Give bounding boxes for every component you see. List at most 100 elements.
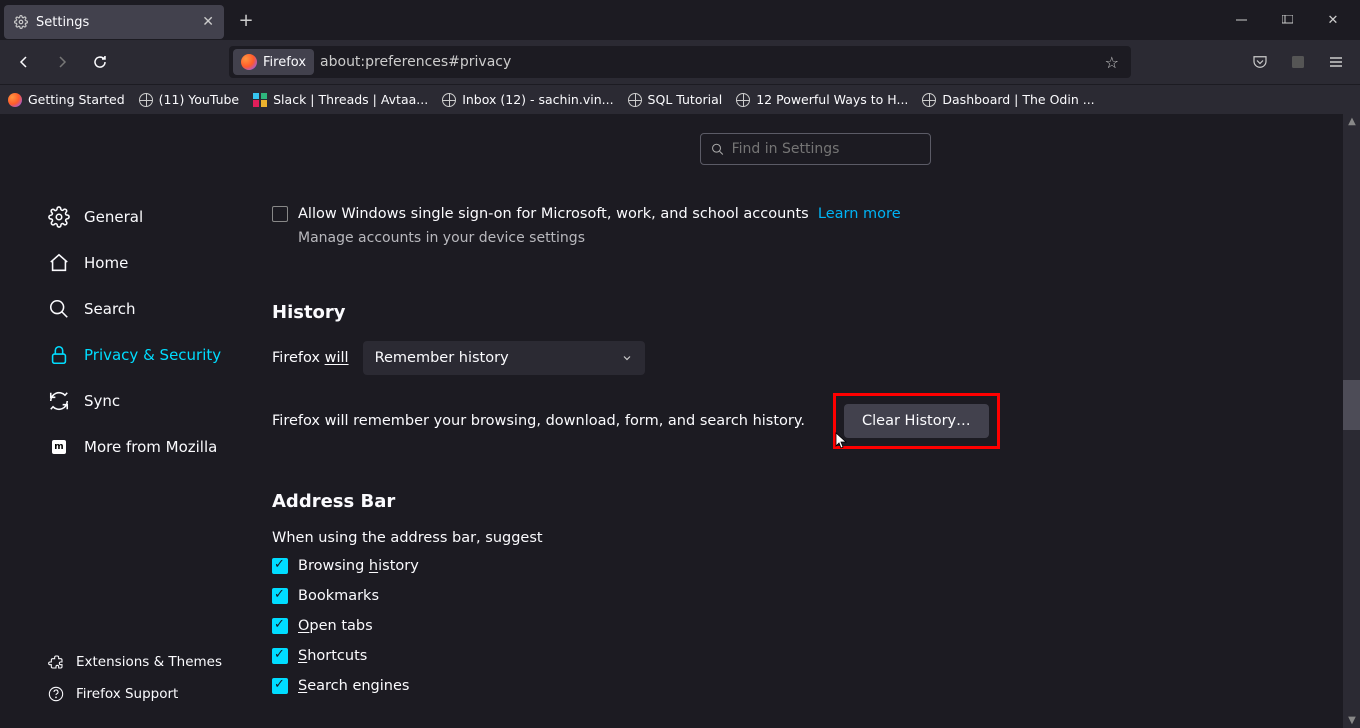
bookmark-item[interactable]: Slack | Threads | Avtaa... [253, 92, 428, 107]
puzzle-icon [48, 654, 64, 670]
checkbox[interactable] [272, 558, 288, 574]
globe-icon [442, 93, 456, 107]
lock-icon [48, 344, 70, 366]
bookmark-item[interactable]: Inbox (12) - sachin.vin... [442, 92, 613, 107]
highlight-box: Clear History… [833, 393, 1000, 449]
opt-bookmarks: Bookmarks [272, 588, 1360, 604]
history-mode-row: Firefox will Remember history [272, 341, 1360, 375]
bookmark-item[interactable]: SQL Tutorial [628, 92, 723, 107]
addressbar-subtitle: When using the address bar, suggest [272, 530, 1360, 546]
identity-box[interactable]: Firefox [233, 49, 314, 75]
bookmark-item[interactable]: Dashboard | The Odin ... [922, 92, 1094, 107]
url-bar[interactable]: Firefox about:preferences#privacy ☆ [229, 46, 1131, 78]
minimize-button[interactable] [1218, 4, 1264, 36]
tab-strip: Settings ✕ + ✕ [0, 0, 1360, 40]
search-icon [48, 298, 70, 320]
mozilla-icon: m [48, 436, 70, 458]
scroll-down-icon[interactable]: ▼ [1347, 715, 1357, 726]
clear-history-button[interactable]: Clear History… [844, 404, 989, 438]
home-icon [48, 252, 70, 274]
help-icon [48, 686, 64, 702]
back-button[interactable] [8, 46, 40, 78]
option-label: Browsing history [298, 558, 419, 574]
sidebar-label: More from Mozilla [84, 438, 217, 456]
sidebar-item-sync[interactable]: Sync [0, 378, 240, 424]
addressbar-options: Browsing history Bookmarks Open tabs Sho… [272, 558, 1360, 694]
bookmark-label: Dashboard | The Odin ... [942, 92, 1094, 107]
link-label: Extensions & Themes [76, 654, 222, 670]
opt-search-engines: Search engines [272, 678, 1360, 694]
option-label: Open tabs [298, 618, 373, 634]
checkbox[interactable] [272, 618, 288, 634]
history-desc: Firefox will remember your browsing, dow… [272, 413, 805, 429]
extensions-link[interactable]: Extensions & Themes [0, 646, 240, 678]
checkbox[interactable] [272, 648, 288, 664]
gear-icon [14, 15, 28, 29]
bookmark-label: SQL Tutorial [648, 92, 723, 107]
bookmark-item[interactable]: Getting Started [8, 92, 125, 107]
history-title: History [272, 302, 1360, 323]
checkbox[interactable] [272, 678, 288, 694]
sso-label: Allow Windows single sign-on for Microso… [298, 206, 901, 222]
sidebar-label: Privacy & Security [84, 346, 221, 364]
opt-open-tabs: Open tabs [272, 618, 1360, 634]
globe-icon [139, 93, 153, 107]
bookmark-label: 12 Powerful Ways to H... [756, 92, 908, 107]
globe-icon [922, 93, 936, 107]
sidebar-label: Search [84, 300, 136, 318]
globe-icon [628, 93, 642, 107]
slack-icon [253, 93, 267, 107]
bookmark-label: (11) YouTube [159, 92, 239, 107]
support-link[interactable]: Firefox Support [0, 678, 240, 710]
sidebar-label: General [84, 208, 143, 226]
option-label: Shortcuts [298, 648, 367, 664]
bookmark-item[interactable]: 12 Powerful Ways to H... [736, 92, 908, 107]
sidebar-label: Sync [84, 392, 120, 410]
gear-icon [48, 206, 70, 228]
history-desc-row: Firefox will remember your browsing, dow… [272, 393, 1360, 449]
sidebar-item-search[interactable]: Search [0, 286, 240, 332]
url-text: about:preferences#privacy [320, 54, 511, 70]
sidebar-item-privacy[interactable]: Privacy & Security [0, 332, 240, 378]
learn-more-link[interactable]: Learn more [818, 206, 901, 222]
new-tab-button[interactable]: + [230, 4, 262, 36]
forward-button[interactable] [46, 46, 78, 78]
opt-browsing-history: Browsing history [272, 558, 1360, 574]
sidebar-item-general[interactable]: General [0, 194, 240, 240]
sidebar-label: Home [84, 254, 128, 272]
sidebar-item-home[interactable]: Home [0, 240, 240, 286]
maximize-button[interactable] [1264, 4, 1310, 36]
content: General Home Search Privacy & Security S… [0, 114, 1360, 728]
sso-checkbox[interactable] [272, 206, 288, 222]
scroll-thumb[interactable] [1343, 380, 1360, 430]
close-window-button[interactable]: ✕ [1310, 4, 1356, 36]
sync-icon [48, 390, 70, 412]
option-label: Bookmarks [298, 588, 379, 604]
close-icon[interactable]: ✕ [202, 14, 214, 30]
bookmark-label: Getting Started [28, 92, 125, 107]
window-controls: ✕ [1218, 4, 1356, 36]
firefox-icon [241, 54, 257, 70]
history-mode-select[interactable]: Remember history [363, 341, 645, 375]
chevron-down-icon [621, 352, 633, 364]
select-value: Remember history [375, 350, 509, 366]
bookmark-label: Inbox (12) - sachin.vin... [462, 92, 613, 107]
bookmark-item[interactable]: (11) YouTube [139, 92, 239, 107]
globe-icon [736, 93, 750, 107]
reload-button[interactable] [84, 46, 116, 78]
extension-icon[interactable] [1282, 46, 1314, 78]
tab-title: Settings [36, 15, 194, 30]
link-label: Firefox Support [76, 686, 178, 702]
main: Allow Windows single sign-on for Microso… [240, 114, 1360, 728]
sidebar: General Home Search Privacy & Security S… [0, 114, 240, 728]
sidebar-item-more[interactable]: m More from Mozilla [0, 424, 240, 470]
tab-settings[interactable]: Settings ✕ [4, 5, 224, 39]
pocket-icon[interactable] [1244, 46, 1276, 78]
scroll-up-icon[interactable]: ▲ [1347, 116, 1357, 127]
menu-icon[interactable] [1320, 46, 1352, 78]
identity-label: Firefox [263, 55, 306, 70]
bookmark-label: Slack | Threads | Avtaa... [273, 92, 428, 107]
checkbox[interactable] [272, 588, 288, 604]
toolbar: Firefox about:preferences#privacy ☆ [0, 40, 1360, 84]
bookmark-star-icon[interactable]: ☆ [1105, 53, 1119, 72]
